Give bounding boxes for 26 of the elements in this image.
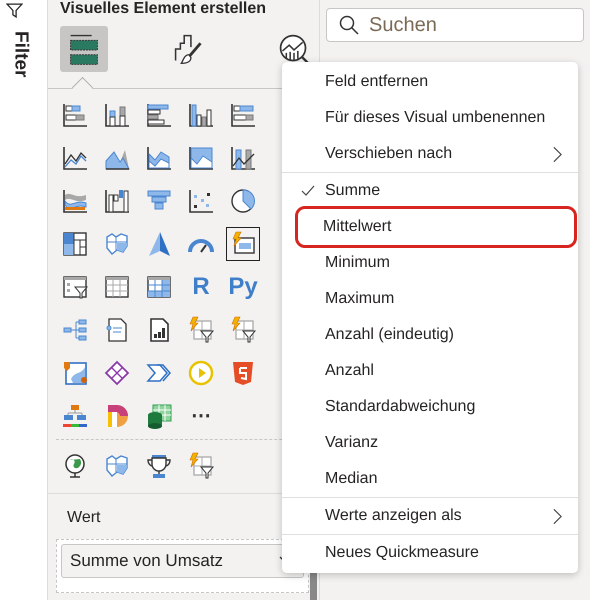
- script-visual-icon[interactable]: R: [189, 272, 213, 302]
- visual-build-icon[interactable]: [60, 26, 108, 72]
- menu-item[interactable]: Für dieses Visual umbenennen: [284, 100, 576, 136]
- scrollbar-thumb[interactable]: [310, 570, 317, 600]
- menu-item[interactable]: Median: [284, 461, 576, 497]
- search-field[interactable]: Suchen: [326, 8, 584, 42]
- menu-item[interactable]: Minimum: [284, 245, 576, 281]
- search-icon: [339, 15, 359, 35]
- card-icon[interactable]: [226, 226, 260, 260]
- script-visual-icon[interactable]: Py: [225, 272, 261, 302]
- menu-item[interactable]: Varianz: [284, 425, 576, 461]
- well-label: Wert: [66, 508, 102, 527]
- menu-item[interactable]: Anzahl: [284, 353, 576, 389]
- menu-item[interactable]: Summe: [284, 173, 576, 209]
- menu-item[interactable]: Verschieben nach: [284, 136, 576, 172]
- menu-item[interactable]: Maximum: [284, 281, 576, 317]
- field-dropdown[interactable]: Summe von Umsatz: [61, 544, 304, 578]
- filter-pane-label[interactable]: Filter: [10, 31, 32, 78]
- filter-icon[interactable]: [6, 2, 23, 19]
- menu-item[interactable]: Feld entfernen: [284, 64, 576, 100]
- pane-title: Visuelles Element erstellen: [59, 0, 268, 18]
- menu-item[interactable]: Standardabweichung: [284, 389, 576, 425]
- menu-item[interactable]: Werte anzeigen als: [284, 498, 576, 534]
- more-visuals-button[interactable]: ⋯: [188, 402, 214, 429]
- menu-item[interactable]: Anzahl (eindeutig): [284, 317, 576, 353]
- menu-item[interactable]: Mittelwert: [298, 209, 574, 245]
